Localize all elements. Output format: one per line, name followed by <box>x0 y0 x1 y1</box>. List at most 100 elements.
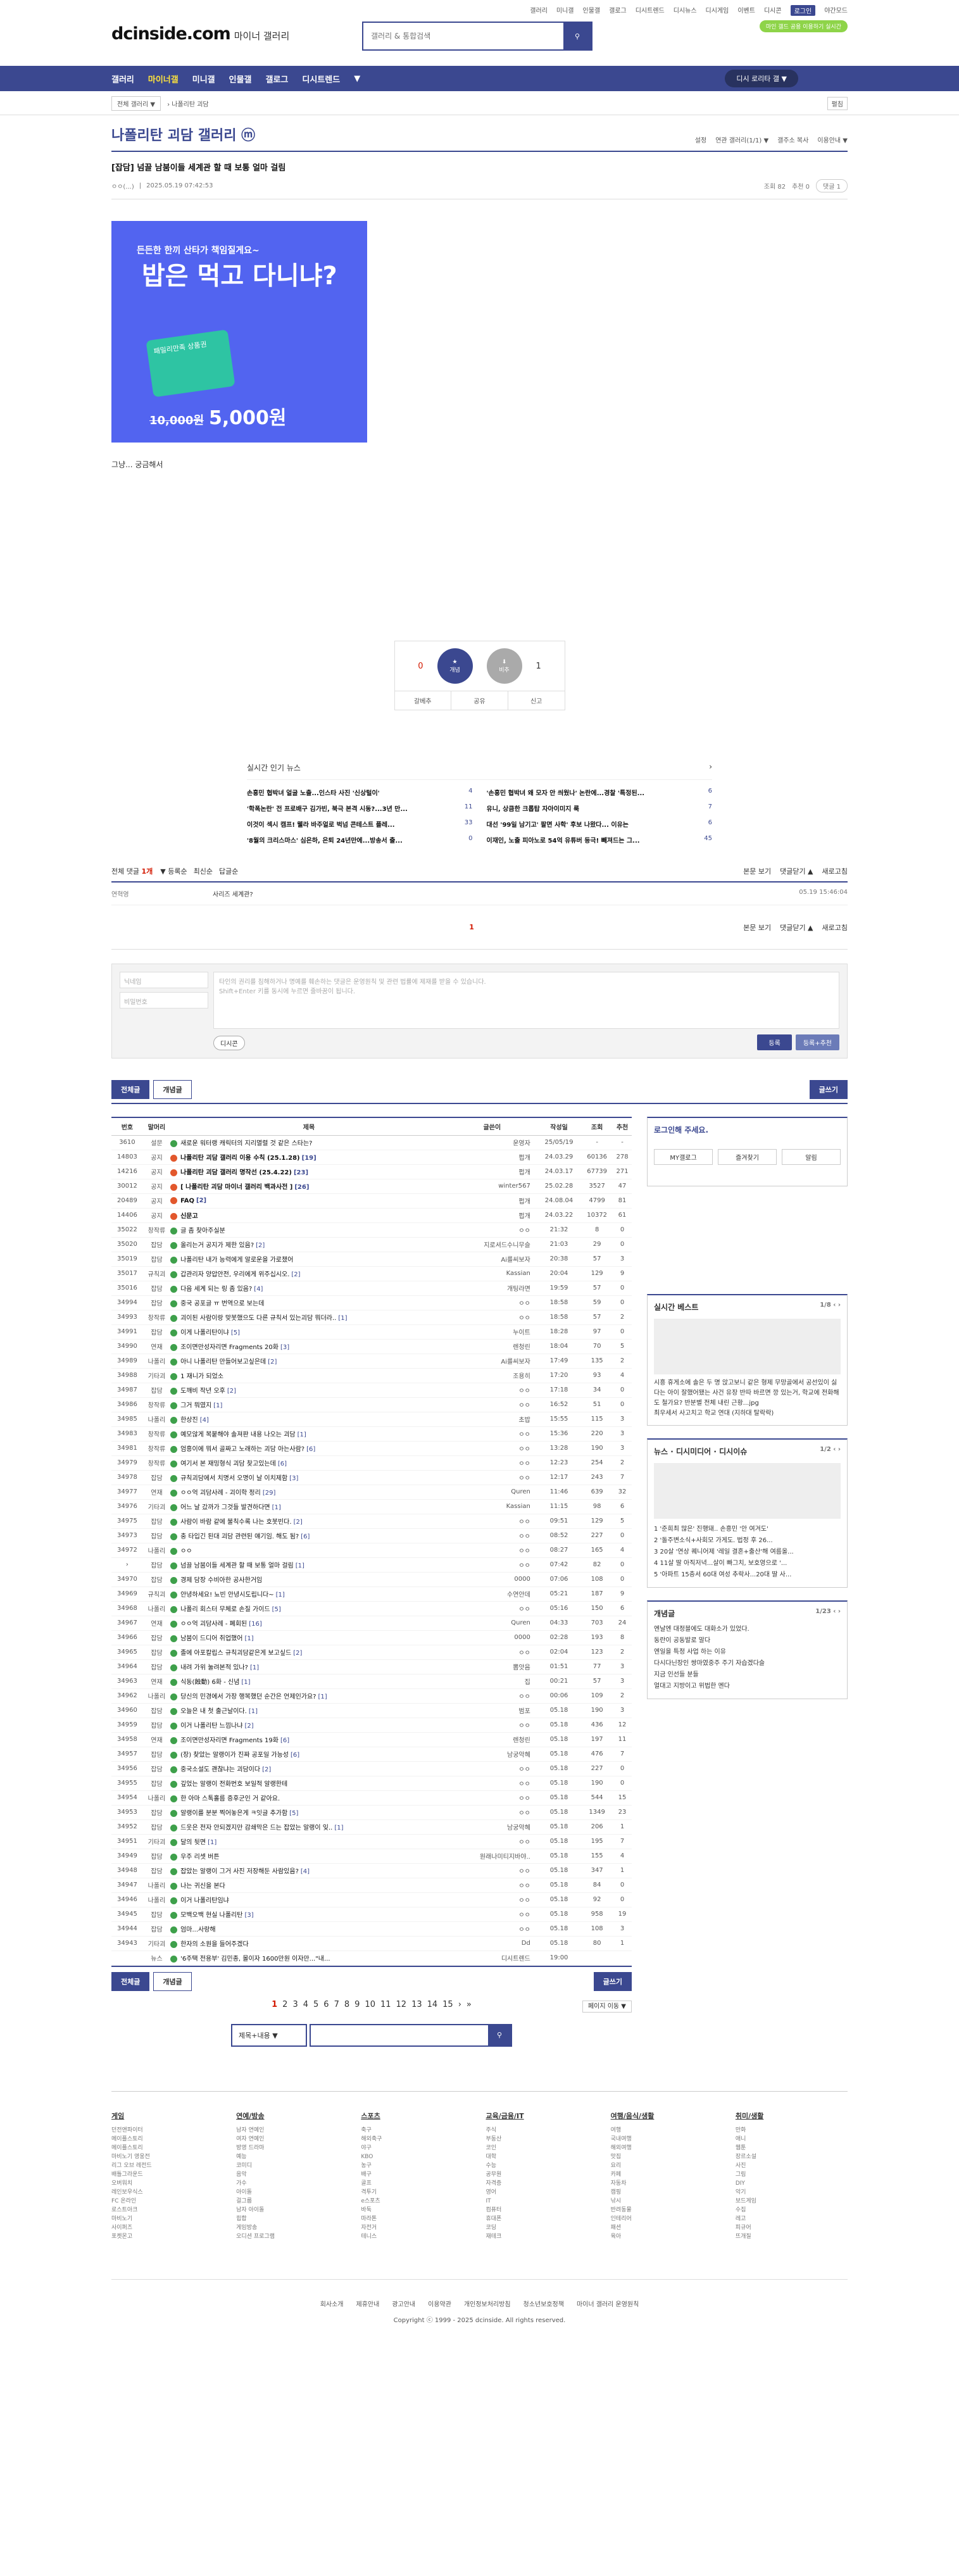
footer-link[interactable]: 피규어 <box>736 2223 848 2232</box>
post-title[interactable]: 내려 가위 눌려본적 있나? <box>180 1664 248 1671</box>
expand-button[interactable]: 펼침 <box>827 97 848 110</box>
table-row[interactable]: 35020 잡담 올리는거 공지가 제한 있음? [2] 지로셔드수니무슬 21:03 29… <box>111 1237 632 1252</box>
post-writer[interactable]: 범포 <box>447 1703 537 1718</box>
login-shortcut-button[interactable]: 즐겨찾기 <box>718 1149 777 1165</box>
page-link[interactable]: 2 <box>282 2000 287 2009</box>
post-comment-count[interactable]: [2] <box>294 1519 303 1526</box>
post-subject[interactable]: 나폴리탄 괴담 갤러리 명작선 (25.4.22) [23] <box>170 1164 448 1179</box>
post-subject[interactable]: (장) 찾았는 알랭이가 진짜 공포일 가능성 [6] <box>170 1747 448 1762</box>
table-row[interactable]: 35016 잡담 다음 세계 되는 링 좀 있음? [4] 개팅라면 19:59 57 0 <box>111 1281 632 1296</box>
post-title[interactable]: 식동(蝕動) 6화 - 신념 <box>180 1679 239 1686</box>
footer-link[interactable]: 국내여행 <box>611 2135 723 2144</box>
footer-column-title[interactable]: 취미/생활 <box>736 2111 848 2121</box>
table-row[interactable]: 34943 기타괴 한자의 소원을 들어주겠다 Dd 05.18 80 1 <box>111 1936 632 1951</box>
post-writer[interactable]: 디시트렌드 <box>447 1951 537 1966</box>
comment-tool[interactable]: 본문 보기 <box>743 922 771 933</box>
post-writer[interactable]: ㅇㅇ <box>447 1892 537 1907</box>
post-writer[interactable]: ㅇㅇ <box>447 1878 537 1893</box>
post-subject[interactable]: 나폴리탄 내가 능력에게 알로운을 가로챘어 <box>170 1252 448 1267</box>
footer-bottom-link[interactable]: 광고안내 <box>392 2301 415 2308</box>
nick-input[interactable]: 닉네임 <box>120 972 208 988</box>
downvote-button[interactable]: ⬇ 비추 <box>486 648 522 684</box>
footer-link[interactable]: 격투기 <box>361 2188 473 2197</box>
util-link[interactable]: 디시트렌드 <box>636 5 665 16</box>
post-writer[interactable]: Quren <box>447 1616 537 1631</box>
post-title[interactable]: 이게 나폴리탄이냐 <box>180 1329 229 1336</box>
footer-link[interactable]: 육아 <box>611 2232 723 2241</box>
post-subject[interactable]: 아니 나폴리탄 만들어보고싶은데 [2] <box>170 1354 448 1369</box>
post-subject[interactable]: 드웃은 전자 안되겠지만 감쇄막은 드는 잡았는 알랭이 잊.. [1] <box>170 1819 448 1835</box>
post-writer[interactable]: 지로셔드수니무슬 <box>447 1237 537 1252</box>
login-shortcut-button[interactable]: MY갤로그 <box>654 1149 713 1165</box>
post-writer[interactable]: 펍개 <box>447 1193 537 1209</box>
concept-item[interactable]: 엔일을 특정 사업 하는 이유 <box>654 1647 841 1658</box>
footer-link[interactable]: 대학 <box>486 2152 598 2161</box>
post-subject[interactable]: 나폴리 회스터 무체로 손질 가이드 [5] <box>170 1601 448 1616</box>
post-writer[interactable]: 집 <box>447 1674 537 1689</box>
footer-bottom-link[interactable]: 회사소개 <box>320 2301 344 2308</box>
post-title[interactable]: 엄흥이에 뭐서 골짜고 노래하는 괴담 아는사람? <box>180 1446 304 1453</box>
footer-link[interactable]: 해외여행 <box>611 2144 723 2152</box>
comment-tool[interactable]: 댓글닫기 ▲ <box>780 866 813 876</box>
post-title[interactable]: 우주 리셋 버튼 <box>180 1854 220 1861</box>
post-comment-count[interactable]: [23] <box>294 1169 308 1176</box>
table-row[interactable]: 35017 규칙괴 갑관리자 양압안전, 우리에게 위주십시오. [2] Kassian… <box>111 1266 632 1281</box>
post-comment-count[interactable]: [1] <box>334 1825 343 1831</box>
post-title[interactable]: 나폴리탄 괴담 갤러리 명작선 (25.4.22) <box>180 1169 292 1176</box>
table-row[interactable]: 34951 기타괴 달의 뒷면 [1] ㅇㅇ 05.18 195 7 <box>111 1834 632 1849</box>
post-writer[interactable]: ㅇㅇ <box>447 1528 537 1543</box>
table-row[interactable]: 34947 나폴리 나는 귀신을 본다 ㅇㅇ 05.18 84 0 <box>111 1878 632 1893</box>
post-writer[interactable]: 0000 <box>447 1572 537 1587</box>
post-subject[interactable]: ㅇㅇ <box>170 1543 448 1558</box>
page-link[interactable]: 1 <box>272 2000 277 2009</box>
post-subject[interactable]: 졸에 아포칼립스 규칙괴담같은게 보고싶드 [2] <box>170 1645 448 1660</box>
best-title[interactable]: 실시간 베스트 <box>654 1302 698 1312</box>
post-comment-count[interactable]: [3] <box>280 1344 289 1351</box>
page-link[interactable]: 10 <box>365 2000 375 2009</box>
footer-link[interactable]: 자전거 <box>361 2223 473 2232</box>
footer-link[interactable]: 수집 <box>736 2206 848 2215</box>
table-row[interactable]: › 잡담 넘끌 남붐이들 세계관 할 때 보통 얼마 걸림 [1] ㅇㅇ 07:42 82 0 <box>111 1557 632 1573</box>
page-link[interactable]: 9 <box>354 2000 360 2009</box>
post-writer[interactable]: ㅇㅇ <box>447 1863 537 1878</box>
post-subject[interactable]: 한상진 [4] <box>170 1412 448 1427</box>
footer-link[interactable]: 아이돌 <box>236 2188 348 2197</box>
post-comment-count[interactable]: [4] <box>254 1286 263 1293</box>
footer-link[interactable]: 남자 아이돌 <box>236 2206 348 2215</box>
gallery-select[interactable]: 전체 갤러리 ▼ <box>111 96 161 111</box>
post-subject[interactable]: 이거 나폴리탄임냐 <box>170 1892 448 1907</box>
share-button[interactable]: 공유 <box>451 691 508 710</box>
post-title[interactable]: 한자의 소원을 들어주겠다 <box>180 1941 249 1948</box>
page-link[interactable]: 13 <box>411 2000 422 2009</box>
table-row[interactable]: 34987 잡담 도깨비 작년 오후 [2] ㅇㅇ 17:18 34 0 <box>111 1383 632 1398</box>
table-row[interactable]: 35022 창작류 글 좀 찾아주실분 ㅇㅇ 21:32 8 0 <box>111 1222 632 1238</box>
gnb-item[interactable]: 디시트렌드 <box>302 73 340 85</box>
footer-bottom-link[interactable]: 제휴안내 <box>356 2301 380 2308</box>
post-title[interactable]: 규칙괴담에서 치명서 오명이 날 이치제함 <box>180 1475 287 1482</box>
post-writer[interactable]: 운영자 <box>447 1135 537 1150</box>
post-subject[interactable]: 오늘은 내 첫 출근날이다. [1] <box>170 1703 448 1718</box>
footer-link[interactable]: 패션 <box>611 2223 723 2232</box>
footer-link[interactable]: 반려동물 <box>611 2206 723 2215</box>
post-comment-count[interactable]: [2] <box>244 1723 253 1730</box>
post-comment-count[interactable]: [4] <box>301 1868 310 1875</box>
util-link[interactable]: 디시게임 <box>706 5 729 16</box>
hot-news-title[interactable]: 손흥민 협박녀 얼굴 노출...인스타 사진 '신상털이' <box>247 788 465 797</box>
concept-pager[interactable]: 1/23 ‹ › <box>815 1608 841 1619</box>
footer-link[interactable]: 야구 <box>361 2144 473 2152</box>
post-subject[interactable]: 안녕하세요! 뇨빈 안녕시도립니다~ [1] <box>170 1586 448 1602</box>
post-title[interactable]: 오늘은 내 첫 출근날이다. <box>180 1708 247 1715</box>
post-writer[interactable]: 0000 <box>447 1630 537 1645</box>
post-subject[interactable]: 조이면만성자리면 Fragments 20화 [3] <box>170 1339 448 1354</box>
footer-link[interactable]: 맛집 <box>611 2152 723 2161</box>
post-title[interactable]: 올리는거 공지가 제한 있음? <box>180 1242 254 1249</box>
hot-news-item[interactable]: '학폭논란' 전 프로배구 김가빈, 북극 본격 시동?...3년 만... 11 <box>247 803 473 813</box>
footer-column-title[interactable]: 여행/음식/생활 <box>611 2111 723 2121</box>
post-subject[interactable]: 나폴리탄 괴담 갤러리 이용 수칙 (25.1.28) [19] <box>170 1150 448 1165</box>
post-comment-count[interactable]: [1] <box>272 1504 281 1511</box>
page-link[interactable]: 12 <box>396 2000 407 2009</box>
footer-link[interactable]: 골프 <box>361 2179 473 2188</box>
post-subject[interactable]: 갑관리자 양압안전, 우리에게 위주십시오. [2] <box>170 1266 448 1281</box>
gnb-item[interactable]: 미니갤 <box>192 73 215 85</box>
post-writer[interactable]: ㅇㅇ <box>447 1907 537 1922</box>
